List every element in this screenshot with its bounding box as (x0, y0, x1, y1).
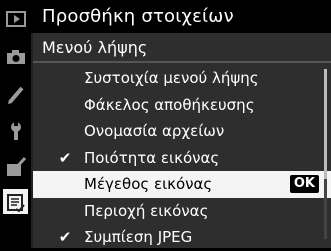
menu-list: Συστοιχία μενού λήψης Φάκελος αποθήκευση… (33, 65, 331, 251)
playback-icon[interactable] (3, 6, 28, 31)
menu-item-label: Συστοιχία μενού λήψης (84, 69, 259, 87)
submenu-panel: Μενού λήψης Συστοιχία μενού λήψης Φάκελο… (31, 33, 331, 248)
menu-item-label: Ονομασία αρχείων (84, 122, 225, 140)
menu-item-label: Περιοχή εικόνας (84, 201, 209, 220)
menu-item-shooting-menu-bank[interactable]: Συστοιχία μενού λήψης (33, 65, 331, 92)
scrollbar[interactable] (324, 69, 327, 239)
submenu-title: Μενού λήψης (42, 38, 148, 57)
menu-sidebar (0, 0, 31, 248)
menu-item-label: Μέγεθος εικόνας (84, 175, 213, 193)
camera-icon[interactable] (3, 44, 28, 69)
menu-item-storage-folder[interactable]: Φάκελος αποθήκευσης (33, 92, 331, 119)
ok-badge: OK (289, 175, 319, 193)
checkmark-icon: ✔ (58, 228, 72, 246)
scrollbar-thumb[interactable] (324, 69, 327, 179)
page-title: Προσθήκη στοιχείων (42, 6, 234, 27)
menu-item-label: Συμπίεση JPEG (84, 228, 193, 246)
my-menu-icon[interactable] (3, 189, 28, 214)
menu-item-label: Φάκελος αποθήκευσης (84, 95, 255, 114)
divider (33, 61, 331, 63)
menu-item-image-area[interactable]: Περιοχή εικόνας (33, 198, 331, 225)
menu-item-image-size[interactable]: Μέγεθος εικόνας OK (33, 171, 331, 198)
retouch-icon[interactable] (3, 154, 28, 179)
pencil-icon[interactable] (3, 82, 28, 107)
wrench-icon[interactable] (3, 118, 28, 143)
checkmark-icon: ✔ (58, 148, 72, 167)
menu-item-image-quality[interactable]: ✔ Ποιότητα εικόνας (33, 145, 331, 172)
menu-item-file-naming[interactable]: Ονομασία αρχείων (33, 118, 331, 145)
menu-item-jpeg-compression[interactable]: ✔ Συμπίεση JPEG (33, 224, 331, 251)
menu-item-label: Ποιότητα εικόνας (84, 148, 220, 167)
